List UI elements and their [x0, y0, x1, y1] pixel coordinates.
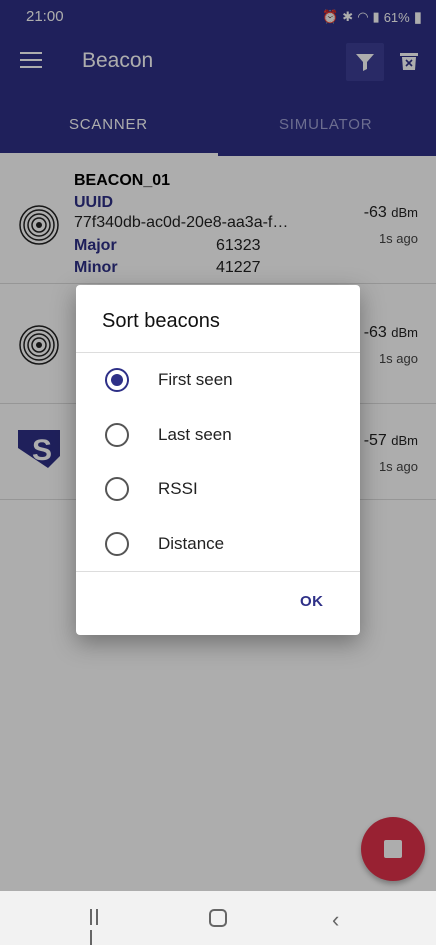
system-nav-bar: ‹ [0, 891, 436, 945]
home-icon[interactable] [209, 909, 227, 927]
radio-button[interactable] [105, 423, 129, 447]
radio-button[interactable] [105, 532, 129, 556]
option-label: RSSI [158, 479, 198, 498]
ok-button[interactable]: OK [300, 593, 324, 610]
sort-option-last-seen[interactable]: Last seen [76, 408, 360, 462]
divider [76, 571, 360, 572]
back-icon[interactable]: ‹ [332, 907, 339, 933]
radio-button[interactable] [105, 368, 129, 392]
recent-apps-icon[interactable] [90, 909, 106, 945]
radio-button[interactable] [105, 477, 129, 501]
option-label: Last seen [158, 425, 232, 444]
sort-option-distance[interactable]: Distance [76, 517, 360, 571]
sort-option-rssi[interactable]: RSSI [76, 462, 360, 516]
sort-option-first-seen[interactable]: First seen [76, 353, 360, 407]
sort-dialog: Sort beacons First seen Last seen RSSI D… [76, 285, 360, 635]
dialog-title: Sort beacons [102, 310, 220, 332]
option-label: First seen [158, 370, 233, 389]
option-label: Distance [158, 534, 225, 553]
